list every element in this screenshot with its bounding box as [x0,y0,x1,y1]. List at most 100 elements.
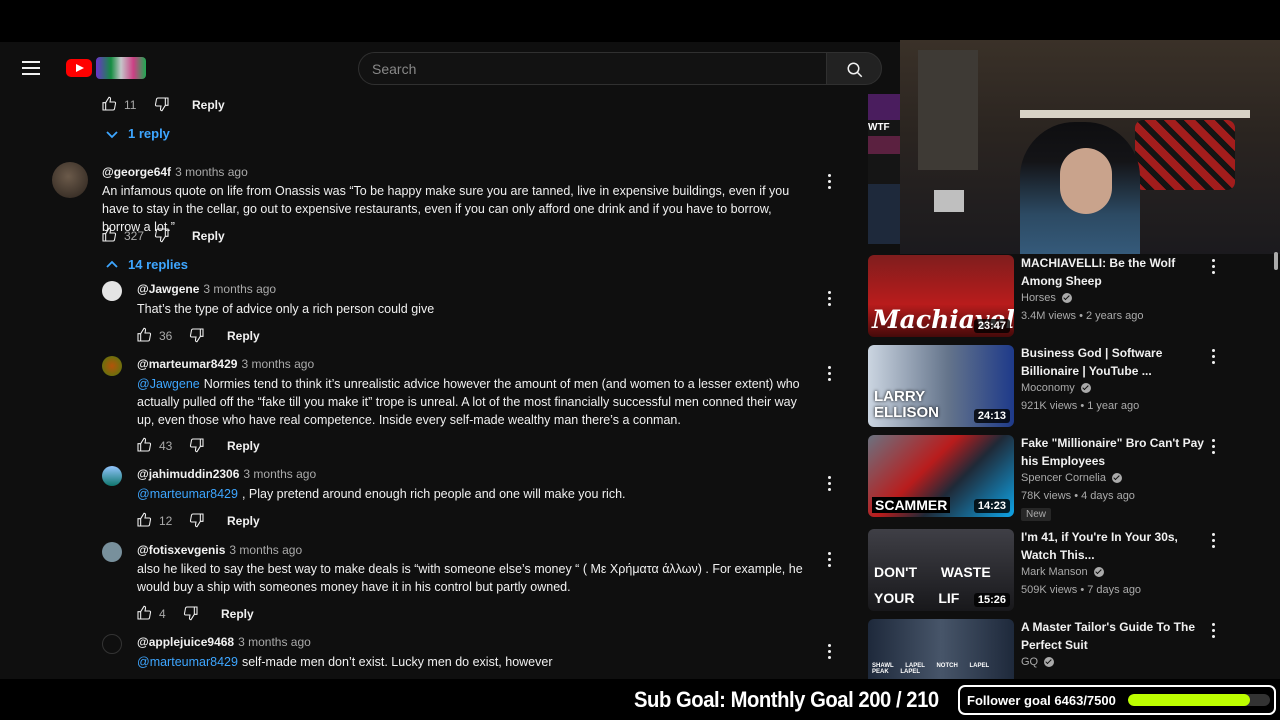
video-more-icon[interactable] [1210,533,1216,549]
top-black-strip [0,0,1280,42]
comment-more-icon[interactable] [826,291,832,307]
verified-icon [1080,383,1091,393]
follower-goal-fill [1128,694,1251,706]
comment-time[interactable]: 3 months ago [241,357,314,371]
video-meta: 3.4M views • 2 years ago [1021,310,1144,322]
reply-button[interactable]: Reply [227,439,260,453]
video-thumbnail[interactable]: SCAMMER 14:23 [868,435,1014,517]
video-more-icon[interactable] [1210,349,1216,365]
mention-link[interactable]: @marteumar8429 [137,655,238,669]
follower-goal-text: Follower goal 6463/7500 [967,693,1116,708]
like-icon[interactable] [136,437,152,456]
dislike-icon[interactable] [154,227,170,246]
comment-more-icon[interactable] [826,476,832,492]
like-icon[interactable] [136,327,152,346]
comment-more-icon[interactable] [826,644,832,660]
comment-time[interactable]: 3 months ago [203,282,276,296]
comment-author[interactable]: @george64f 3 months ago [102,165,248,179]
sub-goal-text: Sub Goal: Monthly Goal 200 / 210 [634,687,939,712]
dislike-icon[interactable] [154,96,170,115]
comment-author[interactable]: @Jawgene 3 months ago [137,282,276,296]
video-thumbnail[interactable]: SHAWL LAPEL NOTCH LAPEL PEAK LAPEL [868,619,1014,679]
video-more-icon[interactable] [1210,623,1216,639]
video-duration: 14:23 [973,499,1010,513]
avatar[interactable] [102,542,122,562]
comment-time[interactable]: 3 months ago [229,543,302,557]
dislike-icon[interactable] [189,512,205,531]
reply-button[interactable]: Reply [227,329,260,343]
recommended-video[interactable]: DON'T WASTE YOUR LIF 15:26 I'm 41, if Yo… [868,529,1268,613]
comment-text: @marteumar8429 self-made men don’t exist.… [137,655,553,669]
video-more-icon[interactable] [1210,439,1216,455]
dislike-icon[interactable] [189,437,205,456]
new-badge: New [1021,508,1052,521]
chevron-up-icon [106,260,118,268]
comment-author[interactable]: @jahimuddin2306 3 months ago [137,467,316,481]
channel-name[interactable]: GQ [1021,656,1055,668]
comment-author[interactable]: @applejuice9468 3 months ago [137,635,311,649]
comment-author[interactable]: @marteumar8429 3 months ago [137,357,314,371]
comment-actions: 43 Reply [136,437,260,455]
avatar[interactable] [102,634,122,654]
comment-more-icon[interactable] [826,552,832,568]
reply-button[interactable]: Reply [227,514,260,528]
comment-time[interactable]: 3 months ago [243,467,316,481]
dislike-icon[interactable] [183,605,199,624]
recommended-video[interactable]: SHAWL LAPEL NOTCH LAPEL PEAK LAPEL A Mas… [868,619,1268,679]
youtube-logo-icon[interactable] [66,59,92,77]
video-thumbnail[interactable]: LARRY ELLISON 24:13 [868,345,1014,427]
like-icon[interactable] [101,96,117,115]
reply-button[interactable]: Reply [192,229,225,243]
comment-author[interactable]: @fotisxevgenis 3 months ago [137,543,302,557]
scrollbar-thumb[interactable] [1274,252,1278,270]
avatar[interactable] [102,466,122,486]
comment-more-icon[interactable] [826,174,832,190]
comment-actions: 36 Reply [136,327,260,345]
video-title[interactable]: Fake "Millionaire" Bro Can't Pay his Emp… [1021,435,1211,470]
avatar[interactable] [102,281,122,301]
verified-icon [1112,473,1122,483]
search-input[interactable] [359,53,826,84]
search-icon [847,62,863,78]
channel-name[interactable]: Horses [1021,292,1072,304]
like-count: 327 [124,229,145,243]
recommended-video[interactable]: LARRY ELLISON 24:13 Business God | Softw… [868,345,1268,429]
like-count: 36 [159,329,173,343]
video-title[interactable]: I'm 41, if You're In Your 30s, Watch Thi… [1021,529,1211,564]
video-title[interactable]: A Master Tailor's Guide To The Perfect S… [1021,619,1211,654]
avatar[interactable] [52,162,88,198]
youtube-doodle-logo[interactable] [96,57,146,79]
like-icon[interactable] [136,605,152,624]
like-icon[interactable] [101,227,117,246]
comment-time[interactable]: 3 months ago [175,165,248,179]
reply-button[interactable]: Reply [221,607,254,621]
dislike-icon[interactable] [189,327,205,346]
comment-actions: 327 Reply [101,227,225,245]
side-strip-text: WTF [868,122,890,133]
search-box [358,52,826,85]
channel-name[interactable]: Mark Manson [1021,566,1104,578]
show-replies-label: 1 reply [128,126,170,141]
channel-name[interactable]: Spencer Cornelia [1021,472,1122,484]
show-replies-button[interactable]: 1 reply [106,126,170,141]
video-thumbnail[interactable]: DON'T WASTE YOUR LIF 15:26 [868,529,1014,611]
verified-icon [1093,567,1104,577]
mention-link[interactable]: @marteumar8429 [137,487,238,501]
video-title[interactable]: Business God | Software Billionaire | Yo… [1021,345,1211,380]
channel-name[interactable]: Moconomy [1021,382,1091,394]
recommended-video[interactable]: Machiavelli 23:47 MACHIAVELLI: Be the Wo… [868,255,1268,339]
comment-more-icon[interactable] [826,366,832,382]
video-more-icon[interactable] [1210,259,1216,275]
hide-replies-button[interactable]: 14 replies [106,257,188,272]
comment-time[interactable]: 3 months ago [238,635,311,649]
mention-link[interactable]: @Jawgene [137,377,200,391]
reply-button[interactable]: Reply [192,98,225,112]
search-button[interactable] [826,52,882,85]
like-icon[interactable] [136,512,152,531]
menu-icon[interactable] [22,61,40,75]
recommended-video[interactable]: SCAMMER 14:23 Fake "Millionaire" Bro Can… [868,435,1268,521]
video-title[interactable]: MACHIAVELLI: Be the Wolf Among Sheep [1021,255,1211,290]
video-thumbnail[interactable]: Machiavelli 23:47 [868,255,1014,337]
comment-text: That’s the type of advice only a rich pe… [137,302,435,316]
avatar[interactable] [102,356,122,376]
